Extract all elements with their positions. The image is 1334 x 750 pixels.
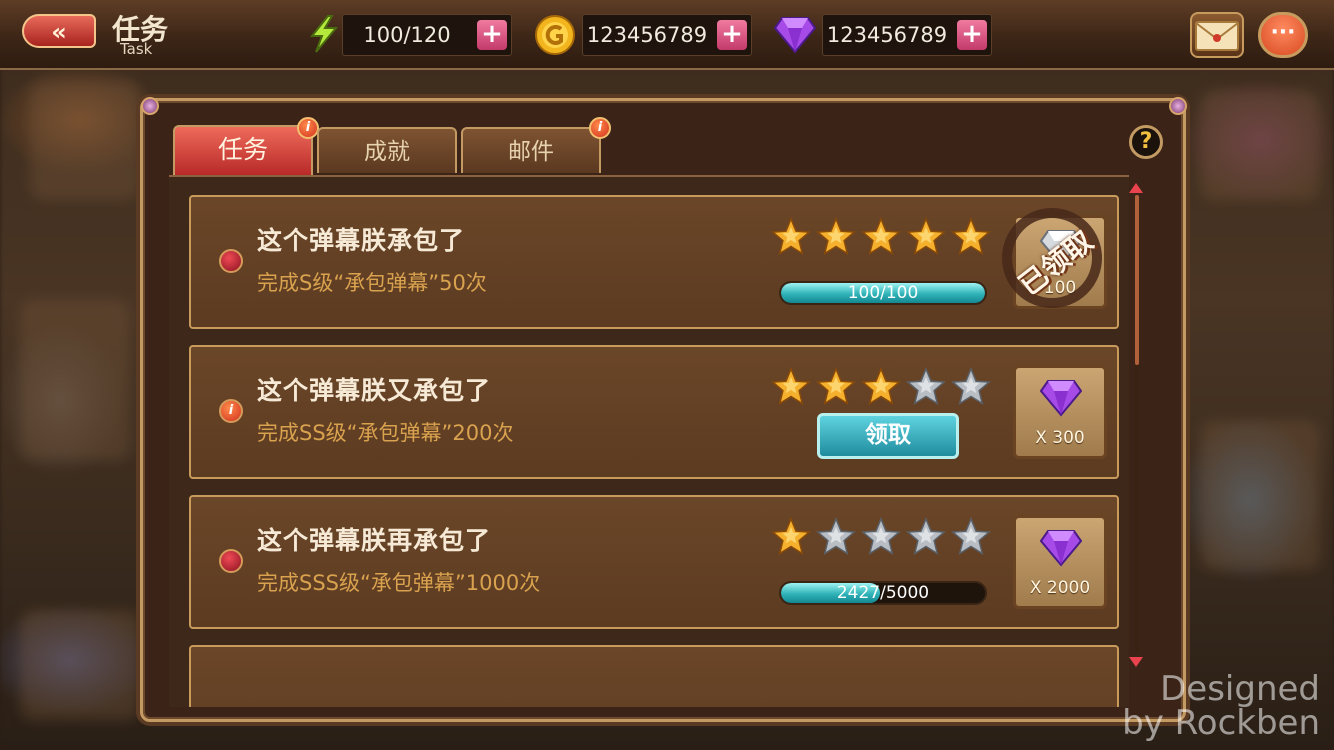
tab-mail[interactable]: 邮件 [461,127,601,173]
page-subtitle: Task [120,40,153,58]
back-button[interactable]: « [22,14,96,48]
star-empty-icon [816,517,856,555]
gold-counter: 123456789 + [582,14,752,56]
status-dot-icon [219,549,243,573]
tab-mail-info-badge-icon: i [589,117,611,139]
watermark-line-2: by Rockben [1122,703,1320,743]
star-empty-icon [906,517,946,555]
task-row: 这个弹幕朕承包了 完成S级“承包弹幕”50次 100/100 100 已领取 [189,195,1119,329]
energy-value: 100/120 [363,23,451,47]
reward-slot: X 2000 [1013,515,1107,609]
star-empty-icon [951,517,991,555]
progress-text: 100/100 [847,283,919,303]
mail-button[interactable] [1190,12,1244,58]
task-title: 这个弹幕朕再承包了 [257,526,492,555]
task-row: i 这个弹幕朕又承包了 完成SS级“承包弹幕”200次 领取 X 300 [189,345,1119,479]
corner-ornament-icon [141,97,159,115]
tab-mail-label: 邮件 [508,139,554,165]
gold-value: 123456789 [586,23,708,47]
task-title: 这个弹幕朕承包了 [257,226,466,255]
tab-achievements[interactable]: 成就 [317,127,457,173]
add-energy-button[interactable]: + [477,20,507,50]
star-filled-icon [816,367,856,405]
claim-button[interactable]: 领取 [817,413,959,459]
info-indicator-icon: i [219,399,243,423]
status-dot-icon [219,249,243,273]
task-row: 这个弹幕朕再承包了 完成SSS级“承包弹幕”1000次 2427/5000 X … [189,495,1119,629]
gem-icon [1040,380,1082,417]
chat-button[interactable]: ··· [1258,12,1308,58]
task-description: 完成SSS级“承包弹幕”1000次 [257,571,541,595]
energy-bolt-icon [309,15,339,53]
designer-watermark: Designed by Rockben [1120,672,1320,740]
task-row [189,645,1119,707]
chat-bubble-icon: ··· [1270,20,1296,45]
scroll-track [1135,195,1139,653]
gem-value: 123456789 [826,23,948,47]
tab-tasks-info-badge-icon: i [297,117,319,139]
star-filled-icon [816,217,856,255]
tab-achievements-label: 成就 [364,139,410,165]
gem-icon [1040,530,1082,567]
scrollbar[interactable] [1129,183,1143,667]
task-description: 完成SS级“承包弹幕”200次 [257,421,514,445]
energy-counter: 100/120 + [342,14,512,56]
progress-text: 2427/5000 [836,583,930,603]
task-progress-bar: 100/100 [779,281,987,305]
task-description: 完成S级“承包弹幕”50次 [257,271,487,295]
star-empty-icon [906,367,946,405]
star-filled-icon [861,367,901,405]
reward-quantity: X 2000 [1029,578,1091,598]
reward-slot: X 300 [1013,365,1107,459]
star-empty-icon [861,517,901,555]
star-filled-icon [906,217,946,255]
task-list[interactable]: 这个弹幕朕承包了 完成S级“承包弹幕”50次 100/100 100 已领取 i… [169,175,1129,707]
star-rating [771,217,993,259]
star-filled-icon [771,217,811,255]
top-bar: « 任务 Task 100/120 + 123456789 + 12345678… [0,0,1334,70]
watermark-line-1: Designed [1160,669,1320,709]
star-filled-icon [771,367,811,405]
gem-counter: 123456789 + [822,14,992,56]
reward-quantity: X 300 [1035,428,1085,448]
scroll-down-arrow-icon[interactable] [1129,657,1143,667]
tab-tasks-label: 任务 [217,135,268,164]
task-title: 这个弹幕朕又承包了 [257,376,492,405]
star-empty-icon [951,367,991,405]
star-rating [771,517,993,559]
gem-icon [774,17,816,54]
task-panel: 任务 i 成就 邮件 i ? 这个弹幕朕承包了 完成S级“承包弹幕”50次 10… [140,97,1187,722]
scroll-thumb[interactable] [1135,195,1139,365]
task-progress-bar: 2427/5000 [779,581,987,605]
add-gems-button[interactable]: + [957,20,987,50]
tab-tasks[interactable]: 任务 [173,125,313,175]
star-filled-icon [951,217,991,255]
envelope-icon [1195,21,1239,51]
add-gold-button[interactable]: + [717,20,747,50]
scroll-up-arrow-icon[interactable] [1129,183,1143,193]
star-filled-icon [771,517,811,555]
reward-slot: 100 已领取 [1002,208,1107,309]
corner-ornament-icon [1169,97,1187,115]
star-filled-icon [861,217,901,255]
gold-coin-icon [535,15,575,55]
star-rating [771,367,993,409]
help-button[interactable]: ? [1129,125,1163,159]
